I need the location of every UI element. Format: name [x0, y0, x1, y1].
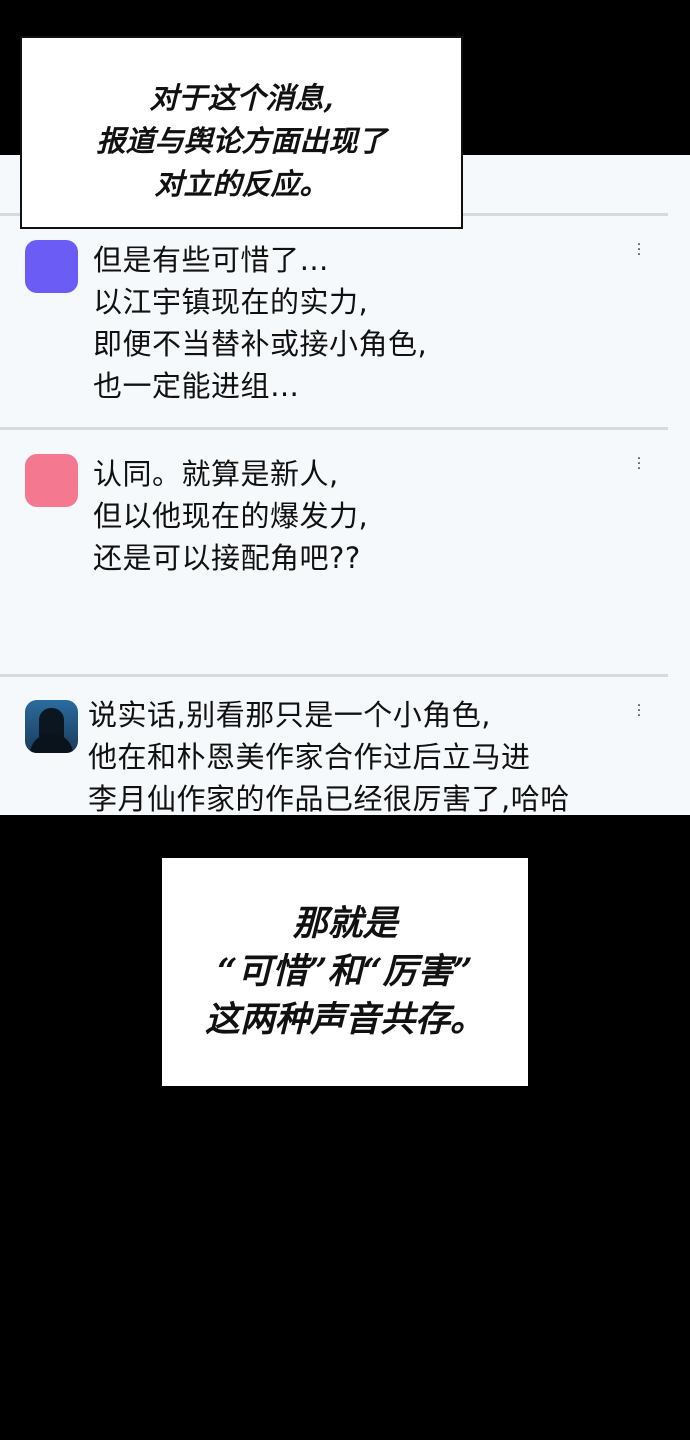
comment-line: 但是有些可惜了… [93, 243, 330, 277]
comment-text: 认同。就算是新人, 但以他现在的爆发力, 还是可以接配角吧?? [93, 453, 368, 579]
narration-caption-bottom: 那就是 “可惜”和“厉害” 这两种声音共存。 [162, 858, 528, 1086]
narration-caption-top: 对于这个消息, 报道与舆论方面出现了 对立的反应。 [20, 36, 463, 229]
caption-line: 这两种声音共存。 [204, 999, 485, 1040]
user-avatar[interactable] [25, 454, 78, 507]
user-avatar[interactable] [25, 240, 78, 293]
hooded-figure-avatar-icon[interactable] [25, 700, 78, 753]
caption-line: 那就是 [292, 903, 398, 944]
comment-line: 认同。就算是新人, [93, 457, 339, 491]
comments-panel: 但是有些可惜了… 以江宇镇现在的实力, 即便不当替补或接小角色, 也一定能进组…… [0, 155, 690, 816]
comment-divider [0, 427, 668, 430]
comment-line: 说实话,别看那只是一个小角色, [88, 698, 491, 732]
comment-line: 李月仙作家的作品已经很厉害了,哈哈 [88, 782, 570, 816]
comment-line: 他在和朴恩美作家合作过后立马进 [88, 740, 531, 774]
more-menu-icon[interactable]: · · · [634, 238, 644, 262]
comment-line: 也一定能进组… [93, 369, 300, 403]
caption-line: 对于这个消息, [149, 81, 334, 115]
more-menu-icon[interactable]: · · · [634, 452, 644, 476]
caption-line: “可惜”和“厉害” [217, 951, 473, 992]
caption-line: 对立的反应。 [154, 167, 329, 201]
caption-line: 报道与舆论方面出现了 [96, 124, 387, 158]
comment-line: 以江宇镇现在的实力, [93, 285, 369, 319]
comment-text: 但是有些可惜了… 以江宇镇现在的实力, 即便不当替补或接小角色, 也一定能进组… [93, 239, 427, 407]
comment-text: 说实话,别看那只是一个小角色, 他在和朴恩美作家合作过后立马进 李月仙作家的作品… [88, 694, 570, 820]
comment-divider [0, 674, 668, 677]
comment-line: 还是可以接配角吧?? [93, 541, 361, 575]
more-menu-icon[interactable]: · · · [634, 699, 644, 723]
avatar-shoulders [30, 734, 73, 753]
comment-line: 但以他现在的爆发力, [93, 499, 369, 533]
comment-line: 即便不当替补或接小角色, [93, 327, 428, 361]
